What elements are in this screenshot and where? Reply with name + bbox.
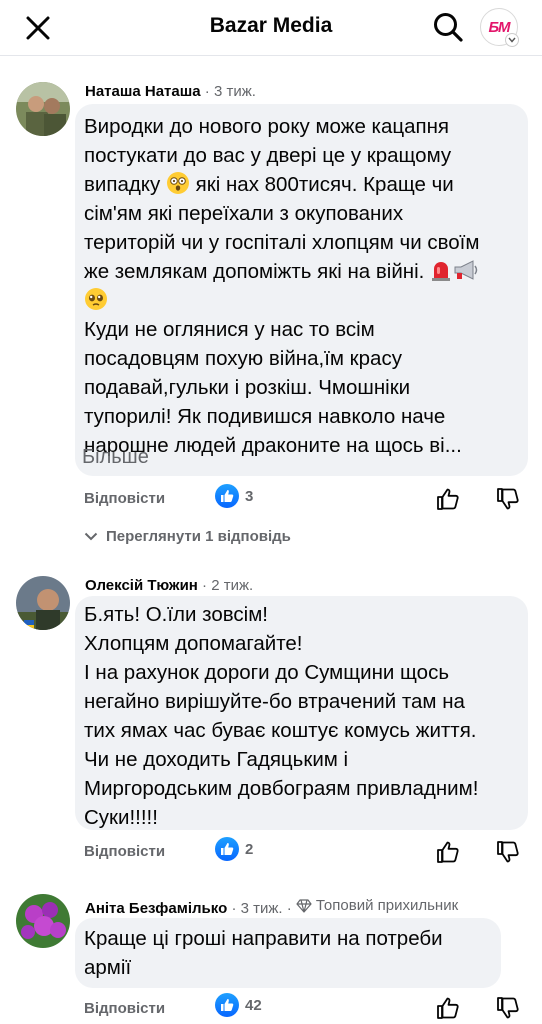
chevron-down-icon bbox=[84, 532, 98, 541]
top-bar: Bazar Media БМ bbox=[0, 0, 542, 56]
avatar[interactable] bbox=[16, 576, 70, 630]
comment-text: Краще ці гроші направити на потреби армі… bbox=[84, 924, 443, 982]
comment-line: тих ямах час буває коштує комусь життя. bbox=[84, 719, 477, 742]
comment-line: тупорилі! Як подивишся навколо наче bbox=[84, 405, 446, 428]
thumbs-down-icon bbox=[497, 997, 519, 1019]
comment-text: Б.ять! О.їли зовсім! Хлопцям допомагайте… bbox=[84, 600, 478, 832]
comment-line: Хлопцям допомагайте! bbox=[84, 632, 303, 655]
comment-line: випадку які нах 800тисяч. Краще чи bbox=[84, 172, 454, 196]
comment-line: Виродки до нового року може кацапня bbox=[84, 115, 450, 138]
comment-line: Куди не оглянися у нас то всім bbox=[84, 318, 375, 341]
comment-actions: Відповісти bbox=[84, 839, 165, 863]
comment-text: Виродки до нового року може кацапня пост… bbox=[84, 112, 480, 460]
see-more-link[interactable]: Більше bbox=[82, 446, 149, 469]
diamond-icon bbox=[296, 899, 312, 913]
comment-line: сім'ям які переїхали з окупованих bbox=[84, 202, 404, 225]
thumbs-down-icon bbox=[497, 841, 519, 863]
view-replies-link[interactable]: Переглянути 1 відповідь bbox=[84, 528, 291, 545]
logo-text: БМ bbox=[488, 18, 510, 36]
like-count: 2 bbox=[245, 840, 254, 858]
reply-button[interactable]: Відповісти bbox=[84, 1000, 165, 1017]
like-reaction-icon bbox=[215, 484, 239, 508]
comment-line: територій чи у госпіталі хлопцям чи свої… bbox=[84, 231, 480, 254]
separator-dot: · bbox=[204, 83, 214, 100]
like-reaction-icon bbox=[215, 993, 239, 1017]
comment-line: подавай,гульки і розкіш. Чмошніки bbox=[84, 376, 411, 399]
comment-time[interactable]: 3 тиж. bbox=[241, 900, 283, 917]
dizzy-face-emoji-icon bbox=[166, 172, 189, 194]
comment-meta: Олексій Тюжин · 2 тиж. bbox=[85, 576, 253, 596]
dislike-button[interactable] bbox=[494, 838, 522, 866]
separator-dot: · bbox=[202, 577, 212, 594]
top-fan-label: Топовий прихильник bbox=[315, 897, 459, 914]
comment-line: постукати до вас у двері це у кращому bbox=[84, 144, 452, 167]
like-count: 3 bbox=[245, 487, 254, 505]
siren-emoji-icon bbox=[432, 262, 451, 281]
comment-line: Суки!!!!! bbox=[84, 806, 158, 829]
like-reaction-icon bbox=[215, 837, 239, 861]
megaphone-emoji-icon bbox=[454, 260, 478, 280]
comment-line: Б.ять! О.їли зовсім! bbox=[84, 603, 268, 626]
comment-time[interactable]: 2 тиж. bbox=[211, 577, 253, 594]
comment-author[interactable]: Наташа Наташа bbox=[85, 83, 201, 100]
comment-meta: Наташа Наташа · 3 тиж. bbox=[85, 82, 256, 102]
search-button[interactable] bbox=[430, 9, 466, 45]
avatar[interactable] bbox=[16, 894, 70, 948]
like-button[interactable] bbox=[434, 838, 462, 866]
comment-line: Чи не доходить Гадяцьким і bbox=[84, 748, 349, 771]
thumbs-up-icon bbox=[437, 488, 459, 510]
comment-line: Краще ці гроші направити на потреби bbox=[84, 927, 443, 950]
thumbs-up-icon bbox=[437, 997, 459, 1019]
view-replies-label: Переглянути 1 відповідь bbox=[106, 528, 291, 545]
chevron-down-icon[interactable] bbox=[505, 33, 519, 47]
thumbs-down-icon bbox=[497, 488, 519, 510]
comment-actions: Відповісти bbox=[84, 996, 165, 1020]
comment-line: Миргородським довбограям привладним! bbox=[84, 777, 479, 800]
comment-time[interactable]: 3 тиж. bbox=[214, 83, 256, 100]
thumbs-up-icon bbox=[437, 841, 459, 863]
pleading-face-emoji-icon bbox=[85, 288, 107, 310]
dislike-button[interactable] bbox=[494, 994, 522, 1022]
search-icon bbox=[434, 13, 463, 42]
comment-line: посадовцям похую війна,їм красу bbox=[84, 347, 402, 370]
avatar[interactable] bbox=[16, 82, 70, 136]
comment-actions: Відповісти bbox=[84, 486, 165, 510]
like-button[interactable] bbox=[434, 994, 462, 1022]
comment-line: негайно вирішуйте-бо втрачений там на bbox=[84, 690, 465, 713]
dislike-button[interactable] bbox=[494, 485, 522, 513]
separator-dot: · bbox=[286, 900, 296, 917]
comment-line bbox=[84, 286, 480, 315]
comment-meta: Аніта Безфамілько · 3 тиж. · Топовий при… bbox=[85, 896, 458, 919]
like-count: 42 bbox=[245, 996, 262, 1014]
comment-author[interactable]: Олексій Тюжин bbox=[85, 577, 198, 594]
comment-line: же землякам допоміжть які на війні. bbox=[84, 257, 480, 286]
reaction-summary[interactable]: 2 bbox=[215, 837, 253, 861]
comment-author[interactable]: Аніта Безфамілько bbox=[85, 900, 227, 917]
separator-dot: · bbox=[231, 900, 241, 917]
comment-line: І на рахунок дороги до Сумщини щось bbox=[84, 661, 450, 684]
comment-line: армії bbox=[84, 956, 132, 979]
reaction-summary[interactable]: 3 bbox=[215, 484, 253, 508]
reaction-summary[interactable]: 42 bbox=[215, 993, 262, 1017]
reply-button[interactable]: Відповісти bbox=[84, 490, 165, 507]
top-fan-badge[interactable]: Топовий прихильник bbox=[296, 896, 458, 916]
reply-button[interactable]: Відповісти bbox=[84, 843, 165, 860]
like-button[interactable] bbox=[434, 485, 462, 513]
